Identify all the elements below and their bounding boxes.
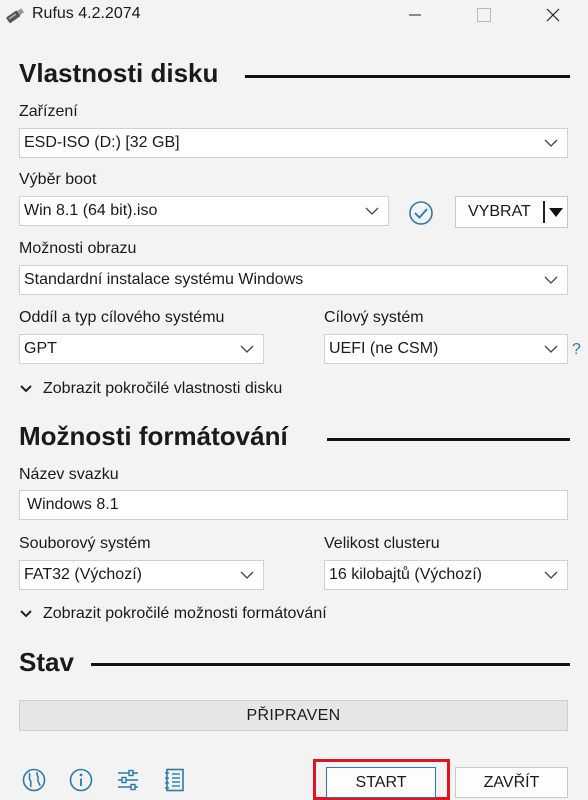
partition-scheme-value: GPT — [24, 340, 57, 357]
cluster-size-value: 16 kilobajtů (Výchozí) — [329, 566, 482, 583]
advanced-format-options-label: Zobrazit pokročilé možnosti formátování — [43, 605, 327, 622]
start-button[interactable]: START — [326, 767, 436, 798]
select-image-label: VYBRAT — [468, 203, 531, 220]
section-divider — [327, 438, 570, 441]
section-heading-format-options: Možnosti formátování — [19, 421, 288, 451]
show-advanced-drive-properties[interactable]: Zobrazit pokročilé vlastnosti disku — [19, 380, 282, 398]
section-heading-status: Stav — [19, 647, 74, 677]
target-system-value: UEFI (ne CSM) — [329, 340, 439, 357]
select-image-button[interactable]: VYBRAT — [455, 196, 568, 228]
dropdown-arrow-icon[interactable] — [548, 207, 564, 218]
settings-sliders-icon[interactable] — [115, 767, 141, 793]
chevron-down-icon — [544, 345, 558, 353]
close-icon — [546, 8, 560, 22]
target-system-label: Cílový systém — [324, 309, 424, 326]
maximize-button[interactable] — [459, 0, 509, 30]
volume-label-label: Název svazku — [19, 466, 119, 483]
chevron-down-icon — [544, 276, 558, 284]
close-button-label: ZAVŘÍT — [483, 773, 540, 791]
chevron-down-icon — [544, 571, 558, 579]
chevron-down-icon — [20, 385, 32, 393]
volume-label-input[interactable] — [27, 496, 547, 514]
cluster-size-label: Velikost clusteru — [324, 535, 440, 552]
usb-drive-icon — [6, 8, 25, 24]
image-option-select[interactable]: Standardní instalace systému Windows — [19, 265, 568, 295]
section-heading-drive-properties: Vlastnosti disku — [19, 58, 219, 88]
target-system-select[interactable]: UEFI (ne CSM) — [324, 334, 568, 364]
target-system-help-link[interactable]: ? — [572, 341, 581, 359]
start-button-label: START — [355, 773, 407, 791]
file-system-label: Souborový systém — [19, 535, 151, 552]
chevron-down-icon — [240, 345, 254, 353]
chevron-down-icon — [544, 139, 558, 147]
boot-selection-value: Win 8.1 (64 bit).iso — [24, 202, 158, 219]
file-system-value: FAT32 (Výchozí) — [24, 566, 142, 583]
show-advanced-format-options[interactable]: Zobrazit pokročilé možnosti formátování — [19, 605, 327, 623]
section-divider — [91, 663, 570, 666]
boot-selection-label: Výběr boot — [19, 171, 97, 188]
file-system-select[interactable]: FAT32 (Výchozí) — [19, 560, 264, 590]
partition-scheme-select[interactable]: GPT — [19, 334, 264, 364]
device-select[interactable]: ESD-ISO (D:) [32 GB] — [19, 128, 568, 158]
minimize-icon — [409, 14, 421, 16]
chevron-down-icon — [20, 610, 32, 618]
device-value: ESD-ISO (D:) [32 GB] — [24, 134, 180, 151]
cluster-size-select[interactable]: 16 kilobajtů (Výchozí) — [324, 560, 568, 590]
globe-icon[interactable] — [21, 767, 47, 793]
window-title: Rufus 4.2.2074 — [32, 5, 141, 22]
verify-checksum-icon[interactable] — [408, 200, 434, 226]
split-divider — [543, 201, 545, 223]
close-window-button[interactable] — [528, 0, 578, 30]
title-bar: Rufus 4.2.2074 — [0, 0, 588, 30]
advanced-drive-properties-label: Zobrazit pokročilé vlastnosti disku — [43, 380, 283, 397]
status-text: PŘIPRAVEN — [246, 706, 341, 724]
info-icon[interactable] — [68, 767, 94, 793]
section-divider — [245, 75, 570, 78]
chevron-down-icon — [240, 571, 254, 579]
close-button[interactable]: ZAVŘÍT — [455, 767, 568, 798]
boot-selection-select[interactable]: Win 8.1 (64 bit).iso — [19, 196, 389, 226]
minimize-button[interactable] — [390, 0, 440, 30]
partition-scheme-label: Oddíl a typ cílového systému — [19, 309, 225, 326]
device-label: Zařízení — [19, 103, 78, 120]
chevron-down-icon — [365, 207, 379, 215]
log-icon[interactable] — [162, 767, 188, 793]
status-progress-bar: PŘIPRAVEN — [19, 700, 568, 731]
image-option-value: Standardní instalace systému Windows — [24, 271, 304, 288]
volume-label-field[interactable] — [19, 490, 568, 520]
maximize-icon — [477, 8, 491, 22]
image-option-label: Možnosti obrazu — [19, 240, 137, 257]
